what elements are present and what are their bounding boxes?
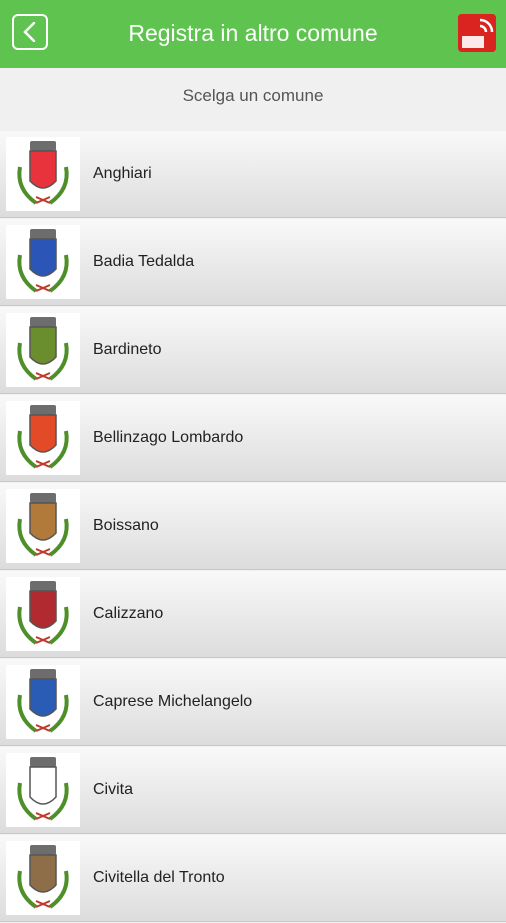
list-item[interactable]: Civitella del Tronto <box>0 835 506 921</box>
crest-icon <box>6 313 80 387</box>
back-button[interactable] <box>12 14 48 50</box>
subtitle-area: Scelga un comune <box>0 68 506 130</box>
crest-icon <box>6 841 80 915</box>
comune-name: Boissano <box>93 517 159 534</box>
chevron-left-icon <box>23 22 36 42</box>
crest-icon <box>6 489 80 563</box>
list-item[interactable]: Caprese Michelangelo <box>0 659 506 745</box>
comune-name: Caprese Michelangelo <box>93 693 253 710</box>
comune-name: Civita <box>93 781 134 798</box>
list-item[interactable]: Boissano <box>0 483 506 569</box>
comune-name: Bellinzago Lombardo <box>93 429 244 446</box>
crest-icon <box>6 665 80 739</box>
crest-icon <box>6 577 80 651</box>
subtitle: Scelga un comune <box>182 86 324 105</box>
comune-name: Badia Tedalda <box>93 253 195 270</box>
comune-name: Civitella del Tronto <box>93 869 225 886</box>
list-item[interactable]: Civita <box>0 747 506 833</box>
crest-icon <box>6 225 80 299</box>
list-item[interactable]: Calizzano <box>0 571 506 657</box>
list-item[interactable]: Bellinzago Lombardo <box>0 395 506 481</box>
crest-icon <box>6 137 80 211</box>
comune-name: Bardineto <box>93 341 162 358</box>
crest-icon <box>6 753 80 827</box>
list-item[interactable]: Anghiari <box>0 131 506 217</box>
comune-name: Calizzano <box>93 605 164 622</box>
top-app-bar: Registra in altro comune <box>0 0 506 68</box>
list-item[interactable]: Badia Tedalda <box>0 219 506 305</box>
comuni-card-logo-icon <box>458 14 496 52</box>
page-title: Registra in altro comune <box>128 20 378 46</box>
crest-icon <box>6 401 80 475</box>
comune-name: Anghiari <box>93 165 152 182</box>
list-item[interactable]: Bardineto <box>0 307 506 393</box>
comuni-list: Anghiari Badia Tedalda Bardineto Bellinzago… <box>0 131 506 923</box>
